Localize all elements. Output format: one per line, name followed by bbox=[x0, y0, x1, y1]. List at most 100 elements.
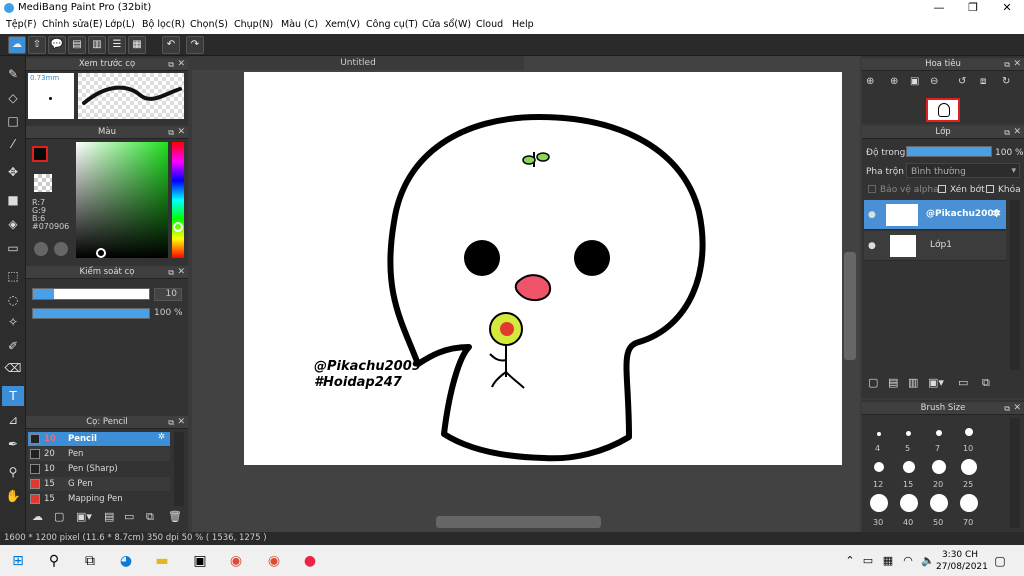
protect-alpha-checkbox[interactable] bbox=[868, 185, 876, 193]
upload-icon[interactable]: ⇧ bbox=[28, 36, 46, 54]
brush-size-cell[interactable]: 40 bbox=[894, 490, 924, 530]
float-icon[interactable]: ⧉ bbox=[1004, 402, 1010, 415]
divide-tool-icon[interactable]: ⊿ bbox=[2, 410, 24, 430]
add-brush-icon[interactable]: ▣▾ bbox=[76, 510, 92, 523]
vertical-scrollbar[interactable] bbox=[844, 252, 856, 360]
rectangle-tool-icon[interactable]: □ bbox=[2, 111, 24, 131]
brush-item-pencil[interactable]: 10 Pencil ✲ bbox=[28, 432, 170, 446]
transparent-color-swatch[interactable] bbox=[34, 174, 52, 192]
lasso-icon[interactable]: ◌ bbox=[2, 290, 24, 310]
document-tab[interactable]: Untitled bbox=[192, 56, 524, 70]
brush-size-cell[interactable]: 7 bbox=[924, 418, 954, 454]
float-icon[interactable]: ⧉ bbox=[1004, 126, 1010, 139]
new-layer-1bit-icon[interactable]: ▥ bbox=[908, 376, 918, 389]
brush-list-scrollbar[interactable] bbox=[174, 432, 184, 506]
trash-icon[interactable]: 🗑 bbox=[168, 510, 182, 523]
medibang-icon[interactable]: ● bbox=[300, 551, 320, 571]
maximize-button[interactable]: ❐ bbox=[956, 0, 990, 16]
eyedropper-icon[interactable]: ⚲ bbox=[2, 462, 24, 482]
comment-icon[interactable]: 💬 bbox=[48, 36, 66, 54]
move-tool-icon[interactable]: ✥ bbox=[2, 162, 24, 182]
close-icon[interactable]: ✕ bbox=[177, 58, 185, 71]
grid-icon[interactable]: ▦ bbox=[128, 36, 146, 54]
blend-mode-select[interactable]: Bình thường ▾ bbox=[906, 163, 1020, 178]
eraser-tool-icon[interactable]: ◇ bbox=[2, 88, 24, 108]
brush-size-cell[interactable]: 10 bbox=[954, 418, 984, 454]
menu-select[interactable]: Chọn(S) bbox=[190, 19, 228, 30]
brush-settings-icon[interactable]: ▤ bbox=[104, 510, 114, 523]
brush-size-cell[interactable]: 15 bbox=[894, 454, 924, 490]
color-picker-handle[interactable] bbox=[96, 248, 106, 258]
list-icon[interactable]: ☰ bbox=[108, 36, 126, 54]
task-view-icon[interactable]: ⧉ bbox=[80, 551, 100, 571]
clip-checkbox[interactable] bbox=[938, 185, 946, 193]
menu-help[interactable]: Help bbox=[512, 19, 534, 30]
hue-slider[interactable] bbox=[172, 142, 184, 258]
brush-size-cell[interactable]: 20 bbox=[924, 454, 954, 490]
close-button[interactable]: ✕ bbox=[990, 0, 1024, 16]
brush-item-pen-sharp[interactable]: 10 Pen (Sharp) bbox=[28, 462, 170, 476]
hue-handle[interactable] bbox=[173, 222, 183, 232]
battery-icon[interactable]: ▭ bbox=[858, 551, 878, 571]
gear-icon[interactable]: ✲ bbox=[158, 432, 165, 442]
menu-color[interactable]: Màu (C) bbox=[281, 19, 318, 30]
new-layer-8bit-icon[interactable]: ▤ bbox=[888, 376, 898, 389]
layer-opacity-slider[interactable] bbox=[906, 146, 992, 157]
document-icon[interactable]: ▥ bbox=[88, 36, 106, 54]
drawing-canvas[interactable]: @Pikachu2009 #Hoidap247 bbox=[244, 72, 842, 465]
fit-icon[interactable]: ▣ bbox=[910, 76, 919, 87]
minimize-button[interactable]: — bbox=[922, 0, 956, 16]
chevron-up-icon[interactable]: ⌃ bbox=[840, 551, 860, 571]
float-icon[interactable]: ⧉ bbox=[168, 126, 174, 139]
text-tool-icon[interactable]: T bbox=[2, 386, 24, 406]
volume-icon[interactable]: 🔈 bbox=[918, 551, 938, 571]
menu-layer[interactable]: Lớp(L) bbox=[105, 19, 135, 30]
wifi-icon[interactable]: ◠ bbox=[898, 551, 918, 571]
flip-icon[interactable]: ⧈ bbox=[980, 76, 986, 87]
close-icon[interactable]: ✕ bbox=[1013, 58, 1021, 71]
brush-size-scrollbar[interactable] bbox=[1010, 418, 1020, 528]
file-explorer-icon[interactable]: ▬ bbox=[152, 551, 172, 571]
brush-size-cell[interactable]: 5 bbox=[894, 418, 924, 454]
close-icon[interactable]: ✕ bbox=[1013, 402, 1021, 415]
zoom-in-alt-icon[interactable]: ⊕ bbox=[890, 76, 898, 87]
cloud-icon[interactable]: ☁ bbox=[8, 36, 26, 54]
add-layer-menu-icon[interactable]: ▣▾ bbox=[928, 376, 944, 389]
select-rect-icon[interactable]: ⬚ bbox=[2, 266, 24, 286]
brush-size-cell[interactable]: 70 bbox=[954, 490, 984, 530]
redo-icon[interactable]: ↷ bbox=[186, 36, 204, 54]
notification-icon[interactable]: ▢ bbox=[990, 551, 1010, 571]
store-icon[interactable]: ▣ bbox=[190, 551, 210, 571]
hand-tool-icon[interactable]: ✋ bbox=[2, 486, 24, 506]
horizontal-scrollbar[interactable] bbox=[436, 516, 601, 528]
brush-item-pen[interactable]: 20 Pen bbox=[28, 447, 170, 461]
bucket-tool-icon[interactable]: ◈ bbox=[2, 214, 24, 234]
lock-checkbox[interactable] bbox=[986, 185, 994, 193]
folder-icon[interactable]: ▭ bbox=[124, 510, 134, 523]
message-icon[interactable]: ▤ bbox=[68, 36, 86, 54]
brush-item-g-pen[interactable]: 15 G Pen bbox=[28, 477, 170, 491]
network-icon[interactable]: ▦ bbox=[878, 551, 898, 571]
clock-date[interactable]: 27/08/2021 bbox=[936, 562, 988, 572]
layer-item-layer1[interactable]: ● Lớp1 bbox=[864, 231, 1006, 261]
zoom-in-icon[interactable]: ⊕ bbox=[866, 76, 874, 87]
chrome-icon[interactable]: ◉ bbox=[226, 551, 246, 571]
brush-size-cell[interactable]: 25 bbox=[954, 454, 984, 490]
line-tool-icon[interactable]: ⁄ bbox=[2, 134, 24, 154]
brush-size-cell[interactable]: 12 bbox=[864, 454, 894, 490]
brush-item-mapping-pen[interactable]: 15 Mapping Pen bbox=[28, 492, 170, 506]
eye-icon[interactable]: ● bbox=[868, 241, 876, 251]
menu-filter[interactable]: Bộ lọc(R) bbox=[142, 19, 185, 30]
brush-tool-icon[interactable]: ✎ bbox=[2, 64, 24, 84]
select-pen-icon[interactable]: ✐ bbox=[2, 336, 24, 356]
close-icon[interactable]: ✕ bbox=[1013, 126, 1021, 139]
fill-rect-tool-icon[interactable]: ■ bbox=[2, 190, 24, 210]
brush-opacity-slider[interactable] bbox=[32, 308, 150, 319]
edge-icon[interactable]: ◕ bbox=[116, 551, 136, 571]
close-icon[interactable]: ✕ bbox=[177, 126, 185, 139]
undo-icon[interactable]: ↶ bbox=[162, 36, 180, 54]
duplicate-icon[interactable]: ⧉ bbox=[146, 510, 154, 524]
menu-snap[interactable]: Chụp(N) bbox=[234, 19, 273, 30]
float-icon[interactable]: ⧉ bbox=[168, 58, 174, 71]
brush-size-cell[interactable]: 4 bbox=[864, 418, 894, 454]
